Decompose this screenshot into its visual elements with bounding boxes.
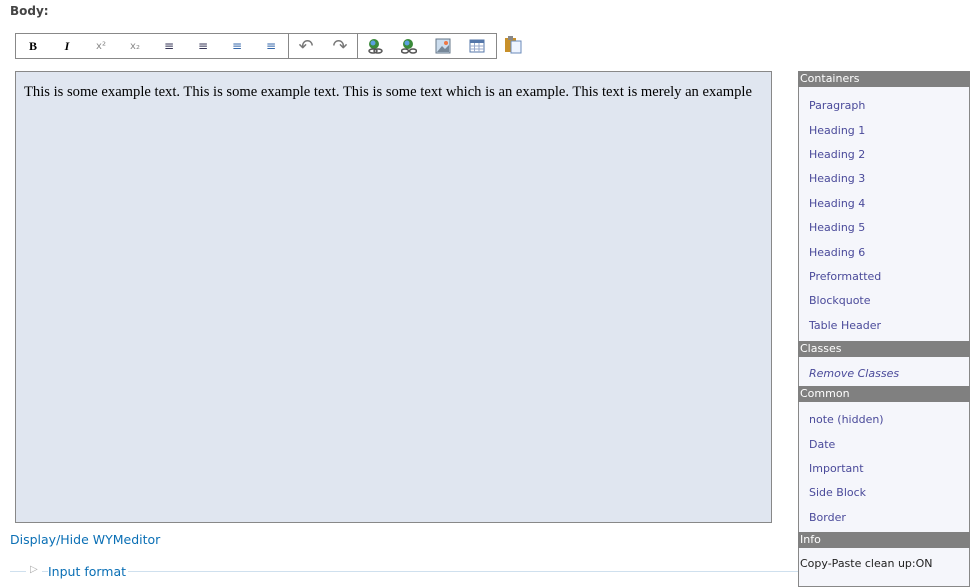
container-heading-1[interactable]: Heading 1 — [809, 124, 865, 137]
container-heading-6[interactable]: Heading 6 — [809, 246, 865, 259]
classes-header: Classes — [798, 341, 970, 357]
containers-header: Containers — [798, 71, 970, 87]
format-group: B I x² x₂ ≡ ≡ ≡ ≡ — [16, 34, 289, 58]
indent-icon: ≡ — [231, 39, 243, 53]
class-border[interactable]: Border — [809, 511, 846, 524]
class-note-hidden[interactable]: note (hidden) — [809, 413, 884, 426]
ordered-list-icon: ≡ — [163, 39, 175, 53]
info-text: Copy-Paste clean up:ON — [800, 557, 933, 570]
link-button[interactable] — [358, 34, 392, 58]
bold-button[interactable]: B — [16, 34, 50, 58]
editor-paragraph: This is some example text. This is some … — [24, 84, 752, 100]
collapse-triangle-icon[interactable]: ▷ — [26, 564, 42, 575]
wym-sidebar: Containers Paragraph Heading 1 Heading 2… — [798, 71, 970, 587]
unordered-list-icon: ≡ — [197, 39, 209, 53]
unordered-list-button[interactable]: ≡ — [186, 34, 220, 58]
paste-button[interactable] — [504, 36, 522, 54]
outdent-icon: ≡ — [265, 39, 277, 53]
undo-icon: ↶ — [298, 35, 314, 57]
remove-classes[interactable]: Remove Classes — [809, 367, 899, 380]
class-date[interactable]: Date — [809, 438, 835, 451]
fieldset-divider — [10, 571, 798, 572]
unlink-button[interactable] — [392, 34, 426, 58]
table-button[interactable] — [460, 34, 494, 58]
undo-button[interactable]: ↶ — [289, 34, 323, 58]
subscript-button[interactable]: x₂ — [118, 34, 152, 58]
class-side-block[interactable]: Side Block — [809, 486, 866, 499]
image-icon — [435, 38, 451, 54]
class-important[interactable]: Important — [809, 462, 864, 475]
container-paragraph[interactable]: Paragraph — [809, 99, 865, 112]
container-heading-5[interactable]: Heading 5 — [809, 221, 865, 234]
container-heading-3[interactable]: Heading 3 — [809, 172, 865, 185]
unlink-icon — [401, 39, 417, 54]
common-header: Common — [798, 386, 970, 402]
link-icon — [368, 39, 383, 54]
editor-content-area[interactable]: This is some example text. This is some … — [15, 71, 772, 523]
input-format-toggle[interactable]: Input format — [48, 564, 129, 579]
italic-button[interactable]: I — [50, 34, 84, 58]
display-hide-wymeditor-link[interactable]: Display/Hide WYMeditor — [10, 532, 160, 547]
image-button[interactable] — [426, 34, 460, 58]
outdent-button[interactable]: ≡ — [254, 34, 288, 58]
editor-toolbar: B I x² x₂ ≡ ≡ ≡ ≡ ↶ ↷ — [15, 33, 497, 59]
superscript-icon: x² — [96, 40, 106, 52]
superscript-button[interactable]: x² — [84, 34, 118, 58]
container-preformatted[interactable]: Preformatted — [809, 270, 881, 283]
container-blockquote[interactable]: Blockquote — [809, 294, 871, 307]
container-heading-2[interactable]: Heading 2 — [809, 148, 865, 161]
redo-button[interactable]: ↷ — [323, 34, 357, 58]
bold-icon: B — [28, 38, 37, 53]
table-icon — [469, 39, 485, 53]
italic-icon: I — [64, 38, 70, 53]
redo-icon: ↷ — [332, 35, 348, 57]
subscript-icon: x₂ — [130, 40, 140, 52]
info-header: Info — [798, 532, 970, 548]
container-table-header[interactable]: Table Header — [809, 319, 881, 332]
history-group: ↶ ↷ — [289, 34, 358, 58]
field-label: Body: — [10, 4, 49, 18]
container-heading-4[interactable]: Heading 4 — [809, 197, 865, 210]
insert-group — [358, 34, 494, 58]
ordered-list-button[interactable]: ≡ — [152, 34, 186, 58]
paste-icon — [505, 36, 522, 54]
indent-button[interactable]: ≡ — [220, 34, 254, 58]
